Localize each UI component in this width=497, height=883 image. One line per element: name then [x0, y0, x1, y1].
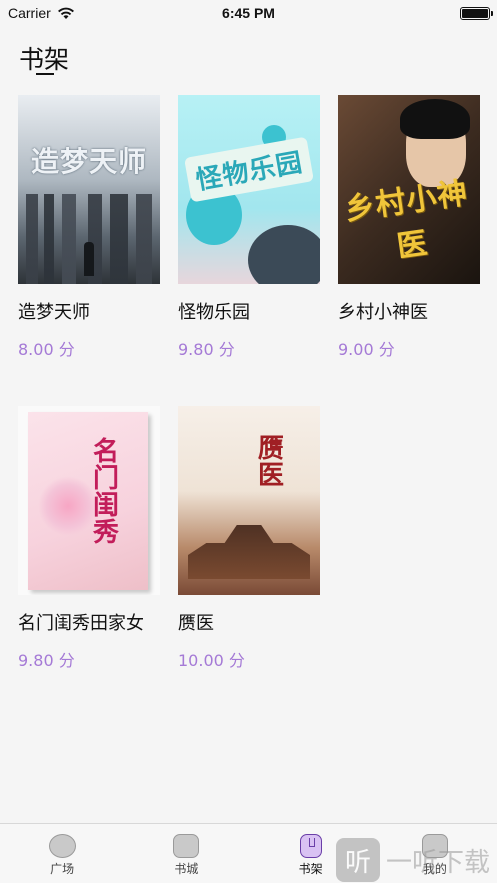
book-title[interactable]: 造梦天师 — [18, 298, 160, 324]
book-item[interactable]: 赝医 赝医 10.00 分 — [178, 406, 320, 671]
book-item[interactable]: 名门闺秀 名门闺秀田家女 9.80 分 — [18, 406, 160, 671]
book-cover[interactable]: 名门闺秀 — [18, 406, 160, 595]
cover-art-figure — [84, 242, 94, 276]
cover-art-monster — [248, 225, 320, 284]
book-cover[interactable]: 乡村小神医 — [338, 95, 480, 284]
bookstore-icon — [173, 834, 200, 858]
status-time: 6:45 PM — [222, 5, 275, 21]
book-score: 9.80 分 — [178, 340, 235, 359]
book-title[interactable]: 怪物乐园 — [178, 298, 320, 324]
tab-label: 书城 — [174, 862, 199, 876]
book-title[interactable]: 乡村小神医 — [338, 298, 480, 324]
cover-title: 造梦天师 — [30, 144, 147, 178]
watermark: 听 一听下载 — [336, 838, 490, 882]
watermark-logo: 听 — [336, 838, 380, 882]
cover-title: 赝医 — [253, 433, 284, 488]
bookshelf-icon — [299, 834, 322, 858]
battery-level — [462, 8, 488, 18]
book-item[interactable]: 乡村小神医 乡村小神医 9.00 分 — [338, 95, 480, 360]
book-title[interactable]: 名门闺秀田家女 — [18, 609, 160, 635]
book-score: 9.80 分 — [18, 651, 75, 670]
tab-square[interactable]: 广场 — [0, 824, 124, 883]
book-title[interactable]: 赝医 — [178, 609, 320, 635]
book-score: 9.00 分 — [338, 340, 395, 359]
title-underline — [36, 73, 54, 75]
tab-label: 书架 — [298, 862, 323, 876]
book-item[interactable]: 怪物乐园 怪物乐园 9.80 分 — [178, 95, 320, 360]
page-title: 书架 — [19, 45, 70, 74]
book-cover[interactable]: 怪物乐园 — [178, 95, 320, 284]
battery-icon — [460, 6, 493, 20]
cover-title: 名门闺秀 — [88, 436, 119, 545]
square-icon — [48, 834, 76, 858]
book-score: 8.00 分 — [18, 340, 75, 359]
book-score: 10.00 分 — [178, 651, 245, 670]
tab-label: 广场 — [50, 862, 75, 876]
watermark-text: 一听下载 — [386, 847, 491, 878]
status-bar: Carrier 6:45 PM — [0, 0, 497, 26]
cover-title: 怪物乐园 — [184, 136, 314, 203]
book-cover[interactable]: 造梦天师 — [18, 95, 160, 284]
tab-bookstore[interactable]: 书城 — [124, 824, 248, 883]
bookshelf-grid: 造梦天师 造梦天师 8.00 分 怪物乐园 怪物乐园 9.80 分 乡村小神医 … — [18, 95, 488, 671]
cover-art-palace — [188, 525, 310, 579]
book-cover[interactable]: 赝医 — [178, 406, 320, 595]
book-item[interactable]: 造梦天师 造梦天师 8.00 分 — [18, 95, 160, 360]
cover-art-hair — [400, 99, 470, 139]
cover-title: 乡村小神医 — [342, 175, 471, 265]
